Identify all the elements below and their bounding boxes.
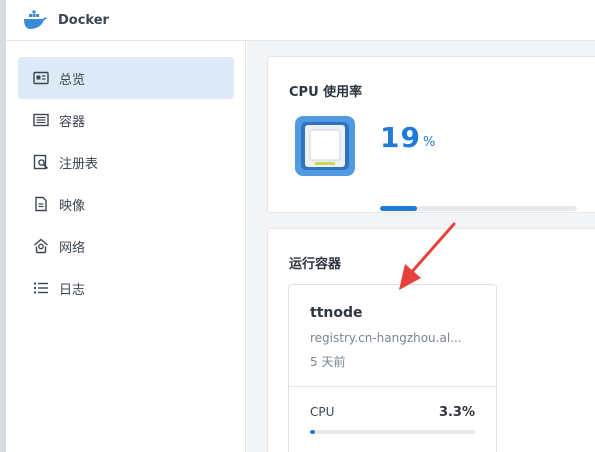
sidebar-item-label: 日志 [59,282,86,298]
log-icon [33,280,49,296]
container-cpu-value: 3.3% [438,405,475,420]
container-name: ttnode [310,305,363,321]
cpu-usage-value: 19 [380,121,421,154]
app-title: Docker [58,12,109,28]
registry-icon [33,154,49,170]
sidebar: 总览 容器 注册表 映像 网络 日志 [6,41,246,452]
sidebar-item-log[interactable]: 日志 [18,267,234,309]
container-uptime: 5 天前 [310,355,346,369]
sidebar-item-image[interactable]: 映像 [18,183,234,225]
cpu-usage-bar [380,206,577,211]
sidebar-item-container[interactable]: 容器 [18,99,234,141]
docker-whale-icon [24,10,47,29]
sidebar-item-label: 总览 [59,72,86,88]
cpu-usage-card: CPU 使用率 19 % [267,56,595,213]
cpu-usage-bar-fill [380,206,418,211]
sidebar-item-label: 注册表 [59,156,99,172]
sidebar-item-registry[interactable]: 注册表 [18,141,234,183]
container-cpu-bar [310,430,475,434]
docker-window: Docker 总览 容器 注册表 映像 网络 日志 CPU 使用率 19 % 运… [0,0,595,452]
sidebar-item-network[interactable]: 网络 [18,225,234,267]
annotation-arrow-icon [399,222,456,290]
container-icon [33,112,49,128]
container-cpu-label: CPU [310,405,335,419]
divider [289,386,496,387]
network-icon [33,238,49,254]
container-image: registry.cn-hangzhou.al... [310,331,462,345]
image-icon [33,196,49,212]
title-bar: Docker [6,0,595,41]
sidebar-item-overview[interactable]: 总览 [18,57,234,99]
sidebar-item-label: 映像 [59,198,86,214]
sidebar-item-label: 容器 [59,114,86,130]
overview-icon [33,70,49,86]
sidebar-item-label: 网络 [59,240,86,256]
cpu-chip-icon [295,116,355,176]
running-card-title: 运行容器 [289,257,342,272]
container-card[interactable]: ttnode registry.cn-hangzhou.al... 5 天前 C… [288,284,497,452]
container-cpu-bar-fill [310,430,316,434]
cpu-card-title: CPU 使用率 [289,85,363,100]
cpu-usage-unit: % [423,135,436,150]
